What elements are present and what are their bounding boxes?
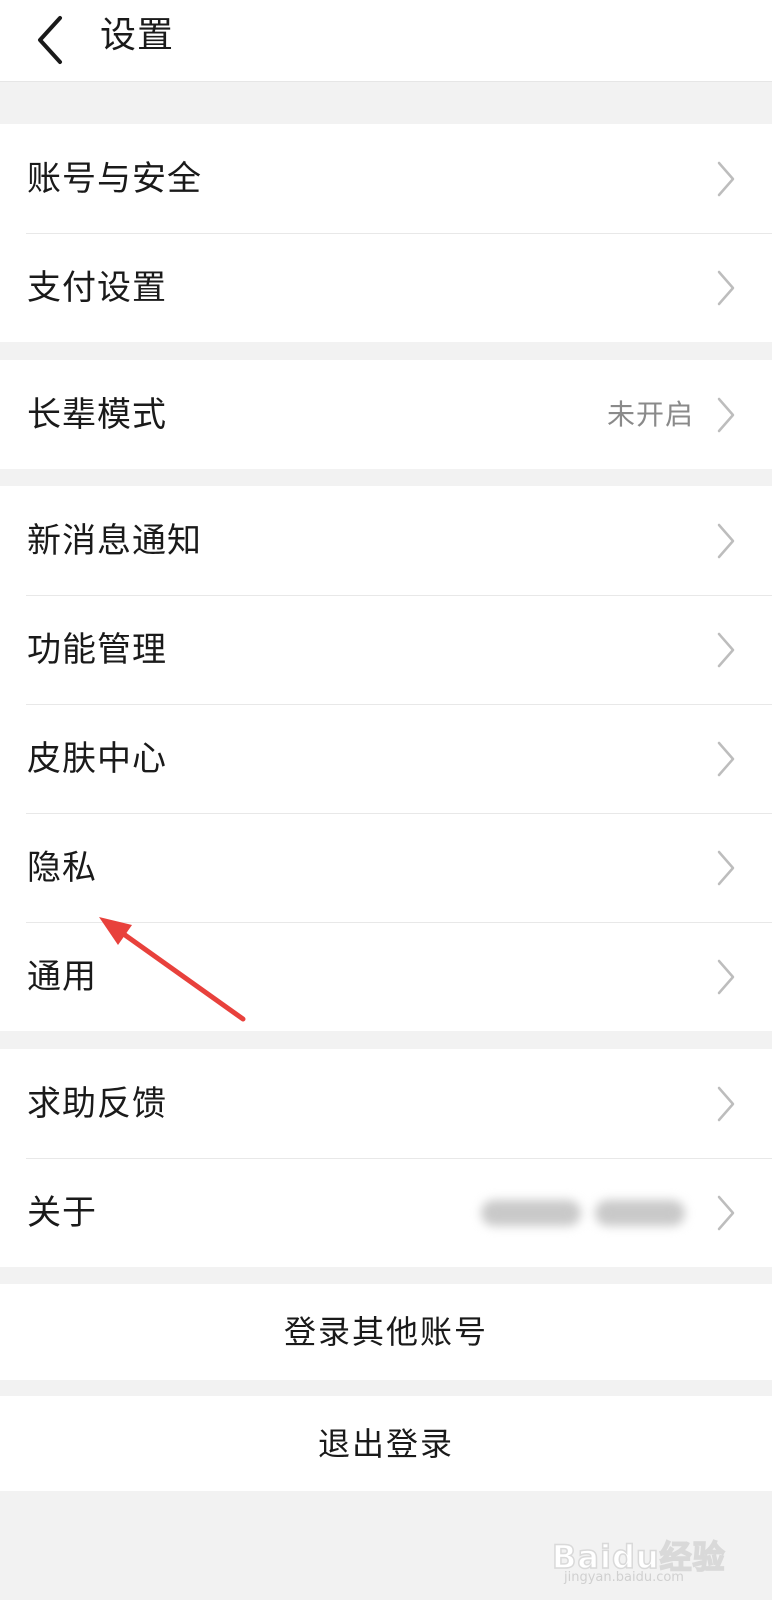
- back-button[interactable]: [26, 8, 76, 72]
- logout-button[interactable]: 退出登录: [0, 1396, 772, 1491]
- elder-mode-status: 未开启: [606, 397, 694, 431]
- chevron-right-icon: [716, 270, 736, 306]
- settings-group-general: 新消息通知 功能管理 皮肤中心 隐私 通用: [0, 486, 772, 1031]
- baidu-jingyan-watermark: Baidu经验 jingyan.baidu.com: [551, 1520, 752, 1590]
- settings-item-label: 皮肤中心: [27, 738, 167, 779]
- chevron-right-icon: [716, 397, 736, 433]
- settings-item-skins[interactable]: 皮肤中心: [0, 704, 772, 813]
- switch-account-button[interactable]: 登录其他账号: [0, 1284, 772, 1380]
- settings-item-label: 隐私: [27, 847, 97, 888]
- settings-item-features[interactable]: 功能管理: [0, 595, 772, 704]
- settings-item-label: 关于: [27, 1192, 97, 1233]
- settings-item-label: 长辈模式: [27, 394, 167, 435]
- settings-item-label: 求助反馈: [27, 1083, 167, 1124]
- chevron-right-icon: [716, 959, 736, 995]
- page-title: 设置: [100, 15, 175, 56]
- settings-item-label: 支付设置: [27, 267, 167, 308]
- settings-item-privacy[interactable]: 隐私: [0, 813, 772, 922]
- settings-item-feedback[interactable]: 求助反馈: [0, 1049, 772, 1158]
- settings-item-elder-mode[interactable]: 长辈模式 未开启: [0, 360, 772, 469]
- logout-label: 退出登录: [317, 1424, 454, 1463]
- settings-item-label: 新消息通知: [27, 520, 202, 561]
- chevron-right-icon: [716, 632, 736, 668]
- version-info-blurred: [475, 1196, 690, 1230]
- chevron-left-icon: [38, 16, 62, 64]
- chevron-right-icon: [716, 741, 736, 777]
- settings-group-account: 账号与安全 支付设置: [0, 124, 772, 342]
- settings-item-notifications[interactable]: 新消息通知: [0, 486, 772, 595]
- settings-group-help: 求助反馈 关于: [0, 1049, 772, 1267]
- chevron-right-icon: [716, 1195, 736, 1231]
- chevron-right-icon: [716, 523, 736, 559]
- settings-item-payment[interactable]: 支付设置: [0, 233, 772, 342]
- settings-item-account-security[interactable]: 账号与安全: [0, 124, 772, 233]
- watermark-logo: Baidu经验: [551, 1537, 726, 1577]
- settings-group-elder: 长辈模式 未开启: [0, 360, 772, 469]
- switch-account-label: 登录其他账号: [283, 1313, 488, 1351]
- settings-item-general[interactable]: 通用: [0, 922, 772, 1031]
- settings-item-about[interactable]: 关于: [0, 1158, 772, 1267]
- chevron-right-icon: [716, 850, 736, 886]
- top-bar: 设置: [0, 0, 772, 82]
- chevron-right-icon: [716, 161, 736, 197]
- settings-item-label: 功能管理: [27, 629, 167, 670]
- settings-item-label: 通用: [27, 956, 97, 997]
- settings-item-label: 账号与安全: [27, 158, 202, 199]
- watermark-site: jingyan.baidu.com: [564, 1570, 684, 1585]
- chevron-right-icon: [716, 1086, 736, 1122]
